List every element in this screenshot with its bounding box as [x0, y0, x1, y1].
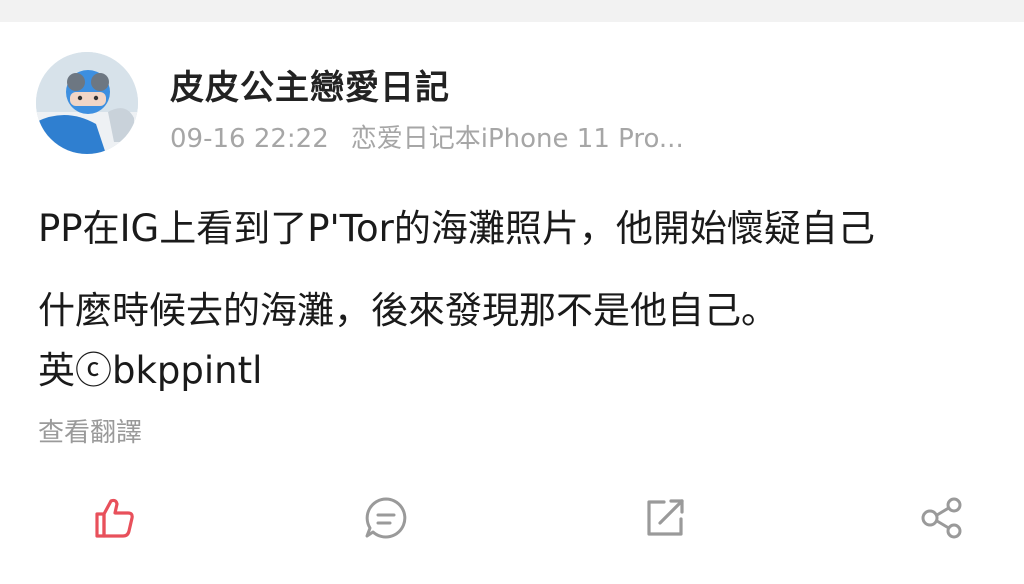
- post-credit: 英ⓒbkppintl: [38, 349, 263, 392]
- post-username[interactable]: 皮皮公主戀愛日記: [170, 60, 450, 109]
- post-source: 恋爱日记本iPhone 11 Pro...: [350, 124, 684, 154]
- comment-button[interactable]: [358, 490, 414, 546]
- avatar-image: [36, 52, 138, 154]
- like-button[interactable]: [86, 490, 142, 546]
- view-translation-link[interactable]: 查看翻譯: [38, 412, 142, 449]
- action-bar: [0, 490, 1024, 546]
- post-body: PP在IG上看到了P'Tor的海灘照片，他開始懷疑自己 什麼時候去的海灘，後來發…: [38, 188, 1013, 352]
- post-card: 皮皮公主戀愛日記 09-16 22:22 恋爱日记本iPhone 11 Pro..…: [0, 22, 1024, 584]
- user-avatar[interactable]: [36, 52, 138, 154]
- thumbs-up-icon: [95, 498, 134, 538]
- repost-button[interactable]: [637, 490, 693, 546]
- external-share-icon: [647, 499, 684, 536]
- share-button[interactable]: [914, 490, 970, 546]
- comment-bubble-icon: [365, 497, 407, 539]
- post-timestamp: 09-16 22:22: [170, 124, 329, 154]
- share-nodes-icon: [921, 497, 962, 539]
- post-meta: 09-16 22:22 恋爱日记本iPhone 11 Pro...: [170, 118, 684, 155]
- post-text-line: PP在IG上看到了P'Tor的海灘照片，他開始懷疑自己: [38, 207, 875, 250]
